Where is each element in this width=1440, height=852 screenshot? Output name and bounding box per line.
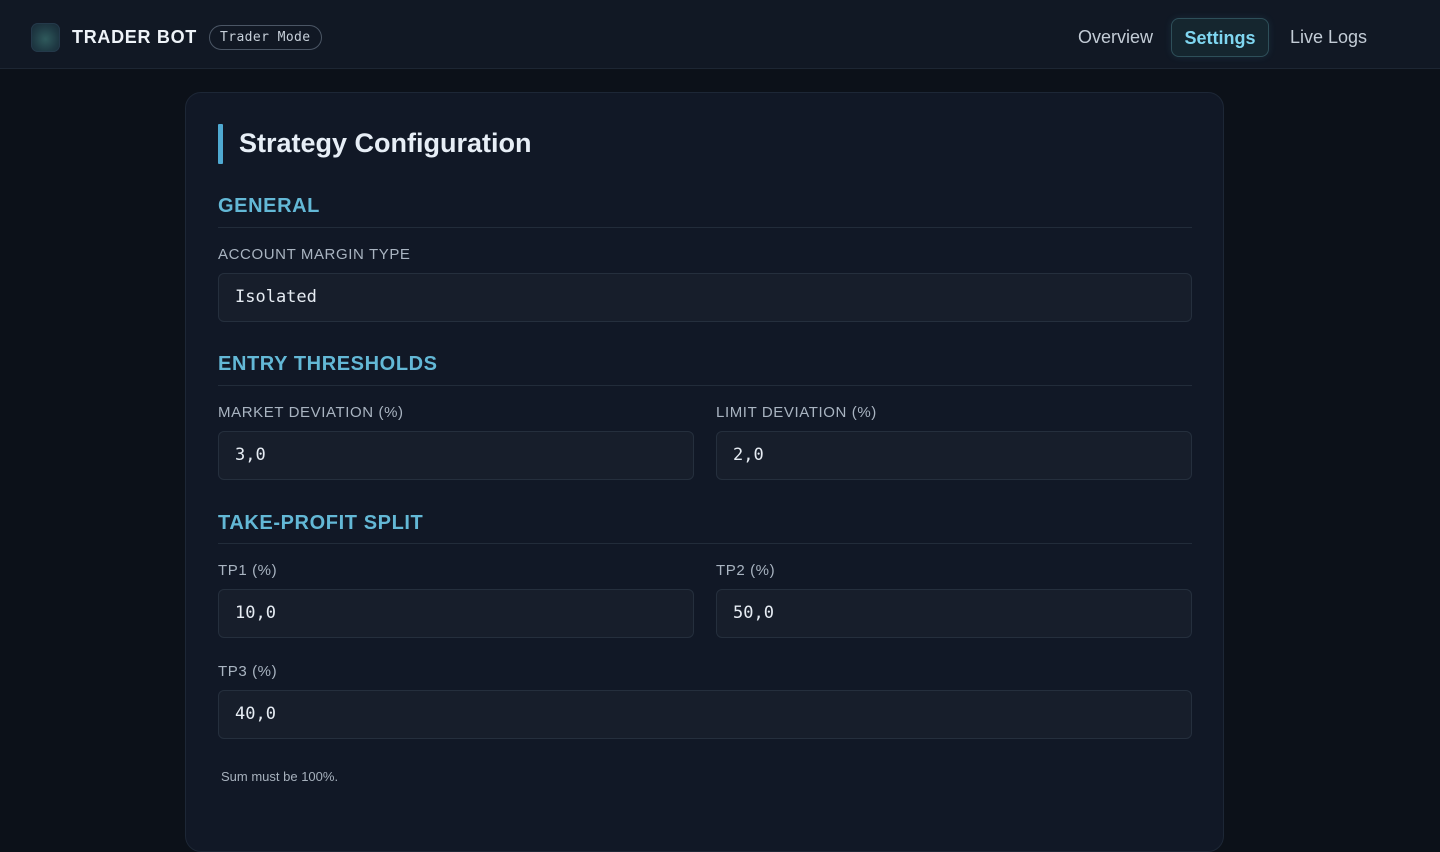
top-navbar: TRADER BOT Trader Mode Overview Settings…: [0, 0, 1440, 69]
tp2-label: TP2 (%): [716, 562, 776, 579]
tp1-label: TP1 (%): [218, 562, 278, 579]
app-logo-icon: [31, 23, 60, 52]
section-divider: [218, 543, 1192, 544]
tp3-label: TP3 (%): [218, 663, 278, 680]
nav-live-logs[interactable]: Live Logs: [1290, 18, 1367, 57]
tp3-field[interactable]: 40,0: [218, 690, 1192, 739]
limit-deviation-label: LIMIT DEVIATION (%): [716, 404, 877, 421]
account-margin-type-field[interactable]: Isolated: [218, 273, 1192, 322]
mode-badge: Trader Mode: [209, 25, 322, 50]
tp2-field[interactable]: 50,0: [716, 589, 1192, 638]
market-deviation-field[interactable]: 3,0: [218, 431, 694, 480]
tp-sum-hint: Sum must be 100%.: [221, 769, 339, 784]
section-title-take-profit-split: TAKE-PROFIT SPLIT: [218, 512, 424, 534]
market-deviation-label: MARKET DEVIATION (%): [218, 404, 404, 421]
section-divider: [218, 385, 1192, 386]
limit-deviation-field[interactable]: 2,0: [716, 431, 1192, 480]
nav-settings[interactable]: Settings: [1171, 18, 1269, 57]
section-title-entry-thresholds: ENTRY THRESHOLDS: [218, 353, 438, 375]
app-name: TRADER BOT: [72, 27, 197, 47]
strategy-config-card: Strategy Configuration GENERAL ACCOUNT M…: [185, 92, 1224, 852]
page-title: Strategy Configuration: [239, 128, 532, 158]
section-divider: [218, 227, 1192, 228]
title-accent-bar: [218, 124, 223, 164]
section-title-general: GENERAL: [218, 195, 320, 217]
nav-overview[interactable]: Overview: [1078, 18, 1153, 57]
account-margin-type-label: ACCOUNT MARGIN TYPE: [218, 246, 411, 263]
tp1-field[interactable]: 10,0: [218, 589, 694, 638]
